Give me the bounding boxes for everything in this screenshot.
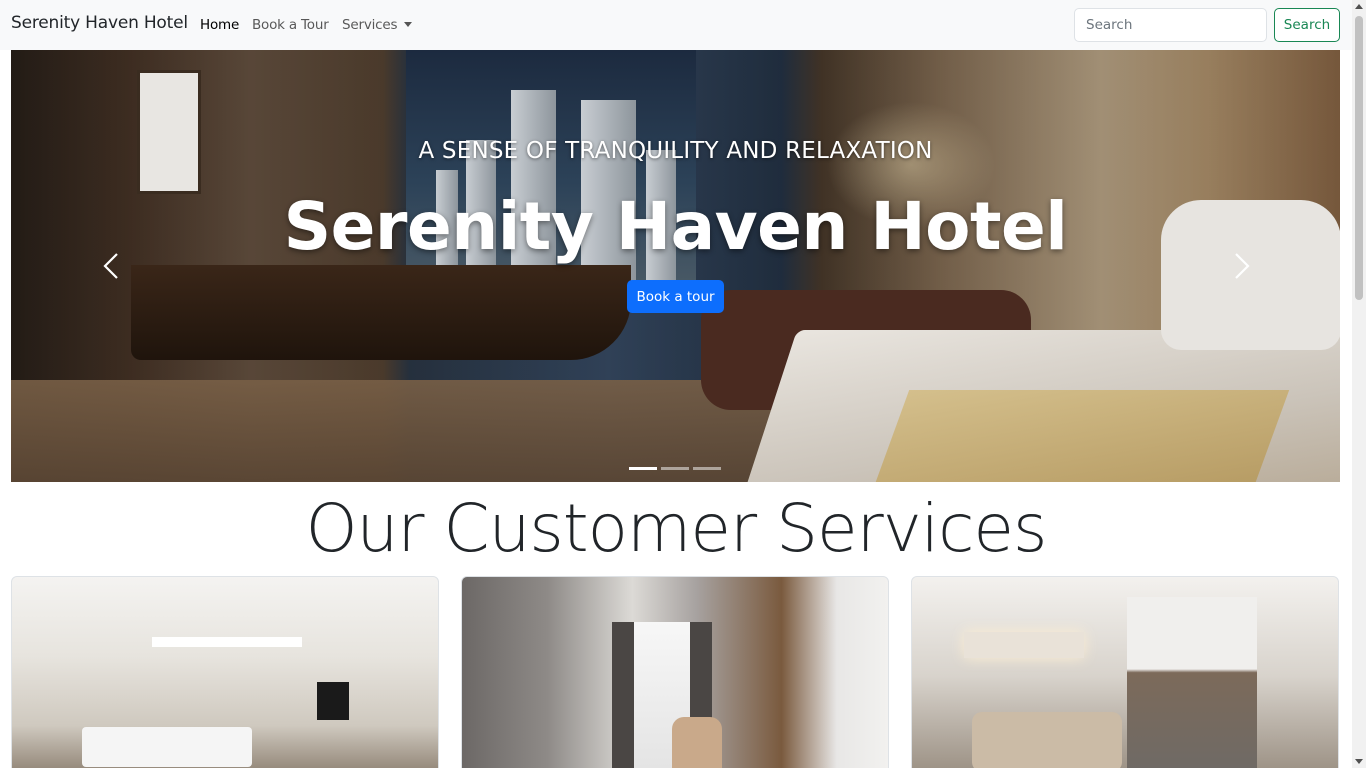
scroll-up-arrow-icon[interactable] (1355, 4, 1363, 9)
service-card-hotel-room[interactable] (11, 576, 439, 768)
room-bed (82, 727, 252, 767)
caret-down-icon (404, 22, 413, 27)
room-armchair (672, 717, 722, 768)
suite-sofa (972, 712, 1122, 768)
nav-link-home[interactable]: Home (200, 17, 239, 33)
hero-title: Serenity Haven Hotel (283, 188, 1068, 265)
room-tv (317, 682, 349, 720)
apartment-suite-image (964, 632, 1084, 658)
chevron-right-icon (1235, 253, 1250, 279)
search-button[interactable]: Search (1274, 8, 1340, 42)
hotel-room-image (152, 637, 302, 647)
scrollbar-thumb[interactable] (1355, 16, 1363, 300)
page-scrollbar[interactable] (1352, 0, 1366, 768)
hero-caption: A SENSE OF TRANQUILITY AND RELAXATION Se… (11, 50, 1340, 482)
carousel-next-button[interactable] (1226, 250, 1256, 282)
navbar-brand[interactable]: Serenity Haven Hotel (11, 13, 188, 33)
scroll-down-arrow-icon[interactable] (1355, 759, 1363, 764)
chevron-left-icon (103, 253, 118, 279)
search-input[interactable] (1074, 8, 1267, 42)
service-card-room-interior[interactable] (461, 576, 889, 768)
suite-kitchen (1127, 597, 1257, 768)
carousel-indicator-1[interactable] (629, 467, 657, 470)
carousel-indicator-3[interactable] (693, 467, 721, 470)
services-section-title: Our Customer Services (305, 490, 1048, 567)
book-a-tour-button[interactable]: Book a tour (627, 280, 724, 313)
nav-dropdown-services[interactable]: Services (342, 17, 413, 33)
carousel-prev-button[interactable] (97, 250, 127, 282)
nav-link-services-label: Services (342, 17, 398, 33)
service-card-apartment-suite[interactable] (911, 576, 1339, 768)
carousel-indicator-2[interactable] (661, 467, 689, 470)
hero-kicker: A SENSE OF TRANQUILITY AND RELAXATION (418, 138, 933, 164)
hero-carousel: A SENSE OF TRANQUILITY AND RELAXATION Se… (11, 50, 1340, 482)
navbar: Serenity Haven Hotel Home Book a Tour Se… (0, 0, 1352, 50)
carousel-indicators (629, 455, 725, 470)
nav-link-book-a-tour[interactable]: Book a Tour (252, 17, 329, 33)
